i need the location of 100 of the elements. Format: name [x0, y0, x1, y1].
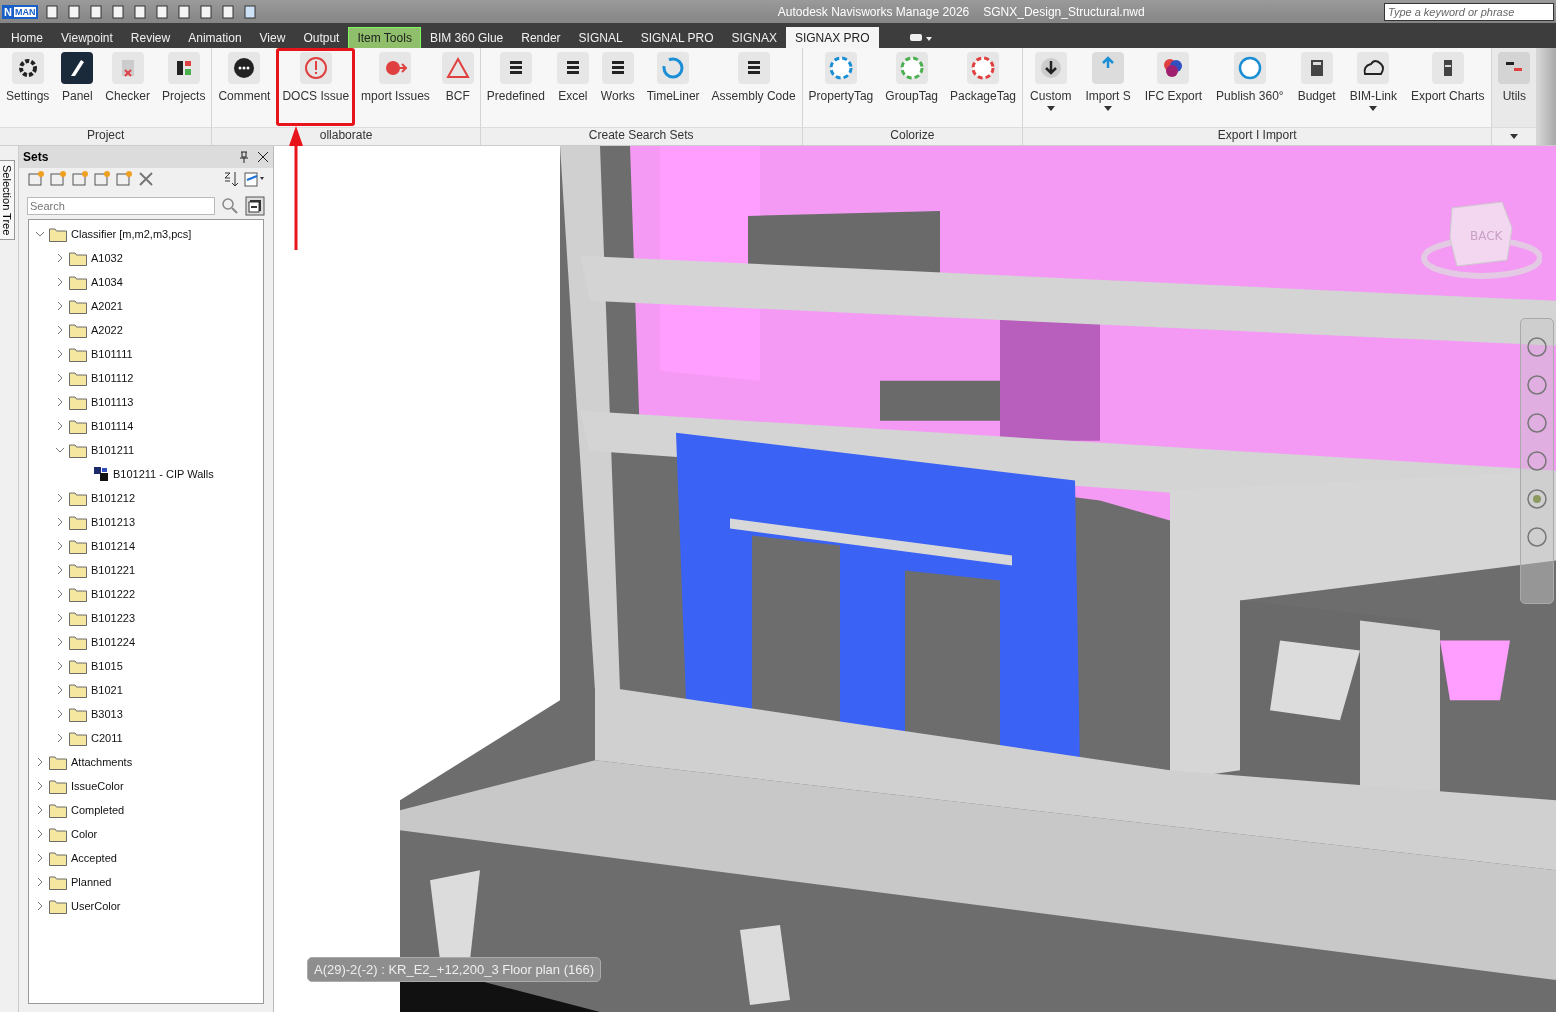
toolbar-icon[interactable]: [220, 3, 237, 20]
ribbon-button[interactable]: DOCS Issue: [276, 48, 356, 126]
expand-icon[interactable]: [55, 589, 65, 599]
ribbon-tab[interactable]: Home: [2, 27, 52, 48]
tree-item-label[interactable]: B101213: [91, 516, 136, 528]
expand-icon[interactable]: [55, 421, 65, 431]
sort-icon[interactable]: [223, 170, 239, 188]
tree-item-label[interactable]: A2021: [91, 300, 123, 312]
tree-item-label[interactable]: B1015: [91, 660, 123, 672]
ribbon-button[interactable]: Excel: [550, 48, 595, 126]
ribbon-button[interactable]: PropertyTag: [802, 48, 880, 126]
expand-icon[interactable]: [55, 517, 65, 527]
toolbar-icon[interactable]: [44, 3, 61, 20]
tree-item-label[interactable]: B101212: [91, 492, 136, 504]
ribbon-button[interactable]: GroupTag: [879, 48, 944, 126]
ribbon-button[interactable]: Export Charts: [1404, 48, 1492, 126]
ribbon-tab[interactable]: Viewpoint: [52, 27, 122, 48]
collapse-all-icon[interactable]: [245, 196, 265, 216]
search-icon[interactable]: [221, 197, 239, 215]
tree-item-label[interactable]: B3013: [91, 708, 123, 720]
tree-item-label[interactable]: B101113: [91, 396, 134, 408]
ribbon-button[interactable]: Settings: [0, 48, 56, 126]
ribbon-button[interactable]: Comment: [212, 48, 277, 126]
ribbon-button[interactable]: mport Issues: [355, 48, 436, 126]
ribbon-button[interactable]: Works: [594, 48, 641, 126]
ribbon-tab[interactable]: Render: [512, 27, 570, 48]
tree-item-label[interactable]: B101111: [91, 348, 133, 360]
expand-icon[interactable]: [55, 349, 65, 359]
nav-tool-icon[interactable]: [1525, 525, 1549, 549]
tree-item-label[interactable]: B101223: [91, 612, 136, 624]
toolbar-icon[interactable]: [132, 3, 149, 20]
expand-icon[interactable]: [55, 253, 65, 263]
ribbon-button[interactable]: Budget: [1290, 48, 1343, 126]
ribbon-tab[interactable]: SIGNAX PRO: [785, 27, 879, 48]
expand-icon[interactable]: [55, 277, 65, 287]
toolbar-icon[interactable]: [242, 3, 259, 20]
tree-item-label[interactable]: B101222: [91, 588, 136, 600]
expand-icon[interactable]: [35, 901, 45, 911]
tree-item-label[interactable]: IssueColor: [71, 780, 124, 792]
caret-icon[interactable]: [1510, 134, 1519, 139]
ribbon-tab[interactable]: BIM 360 Glue: [420, 27, 513, 48]
collapse-icon[interactable]: [55, 445, 65, 455]
tree-item-label[interactable]: B101224: [91, 636, 136, 648]
ribbon-button[interactable]: PackageTag: [944, 48, 1023, 126]
collapse-icon[interactable]: [35, 229, 45, 239]
import-export-icon[interactable]: [243, 170, 265, 188]
expand-icon[interactable]: [35, 757, 45, 767]
tree-item-label[interactable]: B101211 - CIP Walls: [113, 468, 214, 480]
search-field[interactable]: Search: [27, 197, 215, 215]
toolbar-icon[interactable]: [198, 3, 215, 20]
nav-tool-icon[interactable]: [1525, 449, 1549, 473]
ribbon-tab[interactable]: Animation: [179, 27, 251, 48]
tree-item-label[interactable]: Planned: [71, 876, 112, 888]
search-field[interactable]: Type a keyword or phrase: [1384, 2, 1554, 21]
tree-item-label[interactable]: B101214: [91, 540, 136, 552]
nav-tool-icon[interactable]: [1525, 335, 1549, 359]
expand-icon[interactable]: [55, 709, 65, 719]
side-tab[interactable]: Selection Tree: [0, 160, 15, 241]
ribbon-tab[interactable]: Review: [121, 27, 180, 48]
expand-icon[interactable]: [55, 301, 65, 311]
ribbon-button[interactable]: IFC Export: [1137, 48, 1210, 126]
tree-item-label[interactable]: A2022: [91, 324, 123, 336]
ribbon-options-icon[interactable]: [908, 32, 933, 44]
tree-item-label[interactable]: B101211: [91, 444, 135, 456]
expand-icon[interactable]: [35, 853, 45, 863]
ribbon-button[interactable]: Predefined: [480, 48, 551, 126]
ribbon-tab[interactable]: Item Tools: [348, 27, 421, 48]
ribbon-tab[interactable]: SIGNAX: [722, 27, 786, 48]
nav-tool-icon[interactable]: [1525, 373, 1549, 397]
tree-item-label[interactable]: B101114: [91, 420, 134, 432]
ribbon-tab[interactable]: SIGNAL: [569, 27, 632, 48]
ribbon-button[interactable]: Publish 360°: [1209, 48, 1291, 126]
tree-item-label[interactable]: Color: [71, 828, 98, 840]
ribbon-button[interactable]: Checker: [99, 48, 157, 126]
tree-item-label[interactable]: A1034: [91, 276, 123, 288]
expand-icon[interactable]: [35, 829, 45, 839]
close-icon[interactable]: [257, 151, 269, 163]
ribbon-button[interactable]: Projects: [156, 48, 212, 126]
ribbon-tab[interactable]: SIGNAL PRO: [631, 27, 723, 48]
ribbon-tab[interactable]: View: [250, 27, 295, 48]
expand-icon[interactable]: [55, 637, 65, 647]
tree-item-label[interactable]: B1021: [91, 684, 123, 696]
ribbon-button[interactable]: Custom: [1023, 48, 1079, 126]
expand-icon[interactable]: [55, 661, 65, 671]
expand-icon[interactable]: [35, 781, 45, 791]
expand-icon[interactable]: [55, 325, 65, 335]
expand-icon[interactable]: [55, 373, 65, 383]
expand-icon[interactable]: [55, 613, 65, 623]
expand-icon[interactable]: [55, 541, 65, 551]
expand-icon[interactable]: [35, 805, 45, 815]
ribbon-button[interactable]: BCF: [435, 48, 480, 126]
pin-icon[interactable]: [239, 151, 249, 163]
tree-item-label[interactable]: C2011: [91, 732, 123, 744]
tree-item-label[interactable]: Classifier [m,m2,m3,pcs]: [71, 228, 192, 240]
delete-icon[interactable]: [137, 170, 155, 188]
ribbon-tab[interactable]: Output: [294, 27, 349, 48]
tree-item-label[interactable]: Completed: [71, 804, 125, 816]
tree-item-label[interactable]: A1032: [91, 252, 123, 264]
tree-item-label[interactable]: Attachments: [71, 756, 133, 768]
toolbar-icon[interactable]: [88, 3, 105, 20]
